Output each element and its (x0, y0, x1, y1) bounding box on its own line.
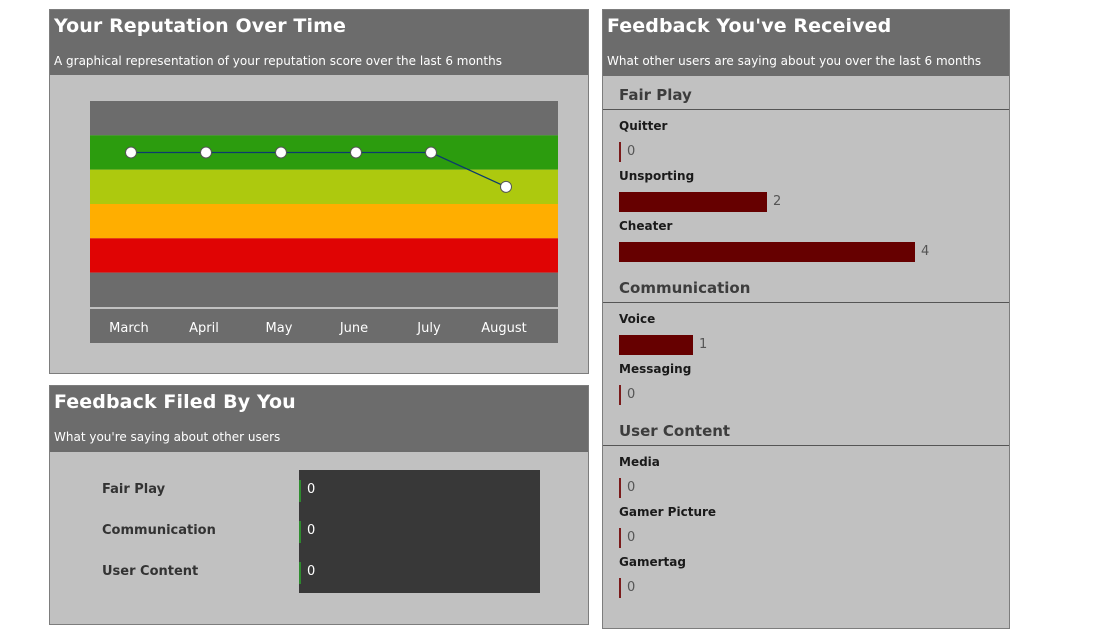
reputation-chart: March April May June July August (90, 101, 558, 343)
feedback-item-quitter: Quitter 0 (619, 119, 999, 169)
chart-band-5 (90, 272, 558, 307)
feedback-item-gamertag: Gamertag 0 (619, 555, 999, 605)
feedback-item-count: 0 (627, 144, 636, 159)
chart-x-tick-june: June (339, 321, 368, 336)
section-title: Fair Play (619, 86, 692, 104)
section-header-user-content: User Content (603, 416, 1009, 446)
section-title: Communication (619, 279, 751, 297)
filed-row-label: Fair Play (102, 482, 166, 497)
filed-panel: Feedback Filed By You What you're saying… (49, 385, 589, 625)
feedback-item-label: Messaging (619, 362, 692, 376)
filed-row-label: Communication (102, 523, 216, 538)
chart-point-may (275, 146, 287, 159)
chart-point-april (200, 146, 212, 159)
reputation-header: Your Reputation Over Time A graphical re… (50, 10, 588, 75)
chart-x-tick-may: May (266, 321, 293, 336)
feedback-item-gamer-picture: Gamer Picture 0 (619, 505, 999, 555)
reputation-subtitle: A graphical representation of your reput… (54, 54, 502, 68)
feedback-item-bar (619, 528, 621, 548)
feedback-item-bar (619, 142, 621, 162)
reputation-panel: Your Reputation Over Time A graphical re… (49, 9, 589, 374)
feedback-item-label: Quitter (619, 119, 668, 133)
feedback-item-label: Unsporting (619, 169, 695, 183)
feedback-item-messaging: Messaging 0 (619, 362, 999, 412)
filed-value-bar (299, 562, 301, 584)
feedback-item-bar (619, 192, 767, 212)
received-subtitle: What other users are saying about you ov… (607, 54, 982, 68)
chart-x-tick-march: March (109, 321, 149, 336)
section-header-fair-play: Fair Play (603, 80, 1009, 110)
chart-band-2 (90, 169, 558, 204)
feedback-item-bar (619, 335, 693, 355)
chart-point-august (500, 180, 512, 193)
received-header: Feedback You've Received What other user… (603, 10, 1009, 76)
received-panel: Feedback You've Received What other user… (602, 9, 1010, 629)
feedback-item-count: 0 (627, 530, 636, 545)
feedback-item-bar (619, 242, 915, 262)
filed-value-bar (299, 521, 301, 543)
feedback-item-count: 2 (773, 194, 782, 209)
filed-row: User Content 0 (50, 552, 588, 593)
chart-point-july (425, 146, 437, 159)
filed-value-box: 0 (299, 470, 540, 511)
filed-row: Fair Play 0 (50, 470, 588, 511)
feedback-item-count: 0 (627, 387, 636, 402)
feedback-item-label: Media (619, 455, 660, 469)
reputation-title: Your Reputation Over Time (54, 15, 346, 37)
feedback-item-count: 0 (627, 480, 636, 495)
feedback-item-label: Gamer Picture (619, 505, 717, 519)
feedback-item-unsporting: Unsporting 2 (619, 169, 999, 219)
feedback-item-label: Voice (619, 312, 656, 326)
filed-header: Feedback Filed By You What you're saying… (50, 386, 588, 452)
filed-value: 0 (307, 564, 316, 579)
feedback-item-count: 0 (627, 580, 636, 595)
chart-band-3 (90, 204, 558, 239)
feedback-item-count: 4 (921, 244, 930, 259)
feedback-item-voice: Voice 1 (619, 312, 999, 362)
section-title: User Content (619, 422, 731, 440)
feedback-item-cheater: Cheater 4 (619, 219, 999, 269)
feedback-item-bar (619, 478, 621, 498)
filed-row-label: User Content (102, 564, 199, 579)
filed-subtitle: What you're saying about other users (54, 430, 281, 444)
chart-point-march (125, 146, 137, 159)
filed-title: Feedback Filed By You (54, 391, 296, 413)
feedback-item-bar (619, 385, 621, 405)
chart-point-june (350, 146, 362, 159)
filed-value: 0 (307, 523, 316, 538)
feedback-item-label: Cheater (619, 219, 673, 233)
chart-x-tick-august: August (481, 321, 527, 336)
filed-row: Communication 0 (50, 511, 588, 552)
feedback-item-media: Media 0 (619, 455, 999, 505)
filed-value-box: 0 (299, 511, 540, 552)
filed-value: 0 (307, 482, 316, 497)
filed-value-box: 0 (299, 552, 540, 593)
section-header-communication: Communication (603, 273, 1009, 303)
chart-band-4 (90, 238, 558, 273)
filed-value-bar (299, 480, 301, 502)
chart-band-0 (90, 101, 558, 136)
chart-x-tick-april: April (189, 321, 219, 336)
feedback-item-count: 1 (699, 337, 708, 352)
received-title: Feedback You've Received (607, 15, 892, 37)
feedback-item-label: Gamertag (619, 555, 686, 569)
feedback-item-bar (619, 578, 621, 598)
chart-x-tick-july: July (416, 321, 441, 336)
